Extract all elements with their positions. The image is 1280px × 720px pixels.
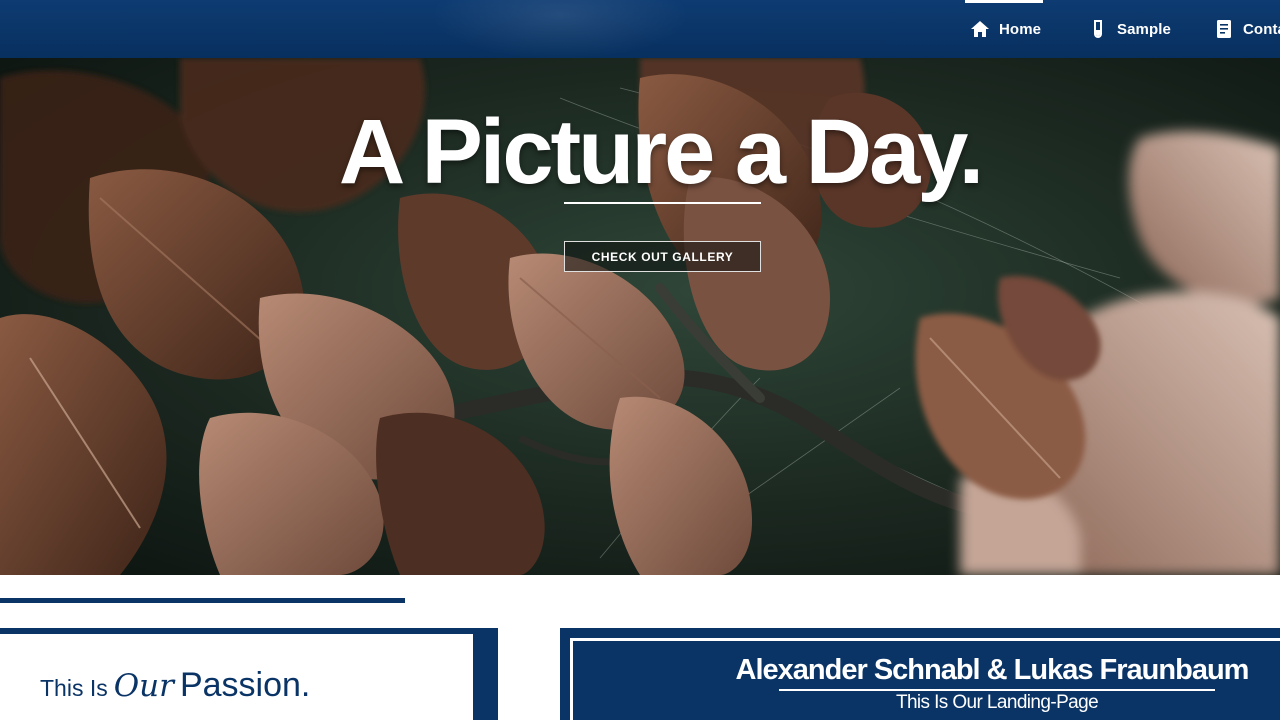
check-out-gallery-button[interactable]: CHECK OUT GALLERY — [564, 241, 761, 272]
document-icon — [1217, 20, 1231, 38]
passion-word: Passion. — [179, 666, 311, 704]
top-navbar: Home Sample Conta — [0, 0, 1280, 58]
hero-title-underline — [564, 202, 761, 204]
authors-underline — [779, 689, 1215, 691]
hero-banner: A Picture a Day. CHECK OUT GALLERY — [0, 58, 1280, 575]
passion-heading: This Is Our Passion. — [40, 666, 310, 705]
passion-script-word: Our — [113, 668, 174, 704]
nav-item-contact[interactable]: Conta — [1204, 0, 1280, 58]
nav-item-sample[interactable]: Sample — [1078, 0, 1204, 58]
passion-prefix: This Is — [40, 675, 108, 701]
hero-title: A Picture a Day. — [338, 101, 984, 203]
main-menu: Home Sample Conta — [960, 0, 1280, 58]
nav-item-home-label: Home — [999, 20, 1042, 38]
nav-item-home[interactable]: Home — [960, 0, 1078, 58]
authors-names: Alexander Schnabl & Lukas Fraunbaum — [735, 654, 1250, 686]
nav-item-contact-label: Conta — [1243, 20, 1280, 38]
section-divider — [0, 598, 405, 603]
home-icon — [971, 21, 989, 37]
navbar-smoke-texture — [430, 0, 690, 58]
test-tube-icon — [1094, 20, 1102, 38]
nav-item-sample-label: Sample — [1117, 20, 1171, 38]
landing-page-tagline: This Is Our Landing-Page — [895, 692, 1099, 713]
